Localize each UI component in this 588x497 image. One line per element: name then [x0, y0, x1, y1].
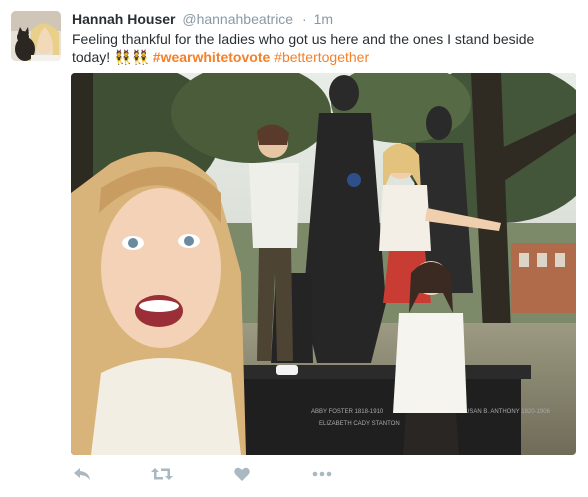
tweet-photo[interactable]: ABBY FOSTER 1818-1910 ELIZABETH CADY STA…: [71, 73, 576, 455]
hashtag-bettertogether[interactable]: #bettertogether: [274, 49, 369, 65]
reply-icon: [74, 468, 90, 480]
plaque-text-1: ABBY FOSTER 1818-1910: [311, 409, 384, 415]
author-handle[interactable]: @hannahbeatrice: [182, 11, 293, 27]
photo-scene: ABBY FOSTER 1818-1910 ELIZABETH CADY STA…: [71, 73, 576, 455]
avatar[interactable]: [11, 11, 61, 61]
author-name[interactable]: Hannah Houser: [72, 11, 175, 27]
plaque-text-2: ELIZABETH CADY STANTON: [319, 421, 400, 427]
hashtag-wearwhitetovote[interactable]: #wearwhitetovote: [153, 49, 270, 65]
retweet-button[interactable]: [148, 462, 176, 486]
timestamp[interactable]: 1m: [314, 11, 333, 27]
dancers-emoji: 👯: [114, 49, 132, 65]
retweet-icon: [151, 468, 173, 480]
like-button[interactable]: [228, 462, 256, 486]
tweet-text: Feeling thankful for the ladies who got …: [72, 30, 572, 66]
more-button[interactable]: [308, 462, 336, 486]
plaque-text-3: SUSAN B. ANTHONY 1820-1906: [461, 409, 551, 415]
separator-dot: ·: [302, 11, 307, 27]
avatar-image: [11, 11, 61, 61]
more-dots-icon: [312, 471, 332, 477]
heart-icon: [234, 467, 250, 481]
tweet-header: Hannah Houser @hannahbeatrice · 1m: [72, 10, 333, 30]
dancers-emoji-2: 👯: [131, 49, 149, 65]
reply-button[interactable]: [68, 462, 96, 486]
